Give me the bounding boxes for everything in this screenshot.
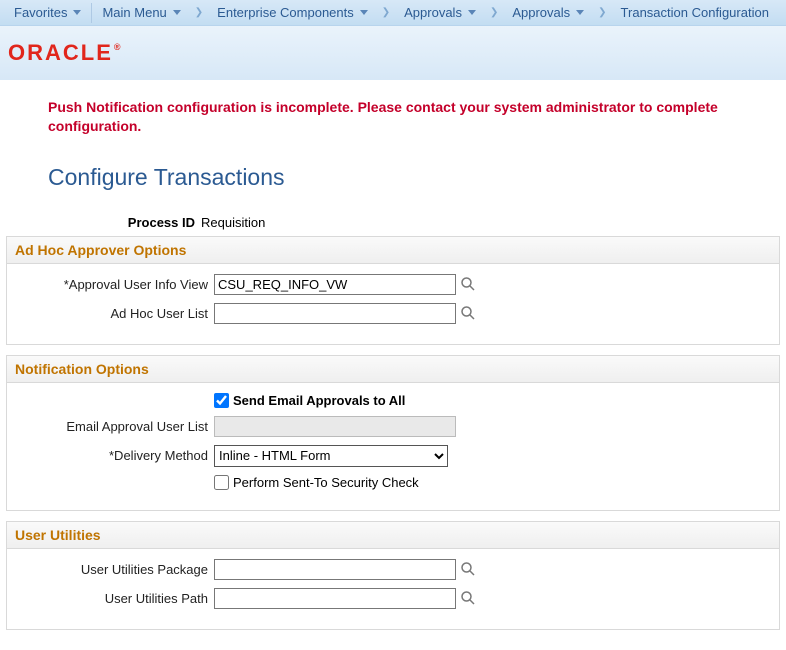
utilities-package-input[interactable] [214, 559, 456, 580]
alert-message: Push Notification configuration is incom… [0, 88, 786, 146]
email-user-list-label: Email Approval User List [13, 419, 214, 434]
breadcrumb-label: Enterprise Components [217, 5, 354, 20]
section-notification-body: Send Email Approvals to All Email Approv… [7, 383, 779, 510]
caret-down-icon [576, 10, 584, 15]
breadcrumb-label: Approvals [404, 5, 462, 20]
lookup-icon[interactable] [460, 305, 476, 321]
delivery-method-label: *Delivery Method [13, 448, 214, 463]
security-check-checkbox[interactable] [214, 475, 229, 490]
utilities-path-input[interactable] [214, 588, 456, 609]
row-approval-user-info-view: *Approval User Info View [13, 274, 773, 295]
chevron-right-icon: ❯ [378, 7, 394, 18]
row-adhoc-user-list: Ad Hoc User List [13, 303, 773, 324]
send-email-all-wrap: Send Email Approvals to All [214, 393, 405, 408]
approval-view-label: *Approval User Info View [13, 277, 214, 292]
row-send-email-all: Send Email Approvals to All [13, 393, 773, 408]
nav-main-menu-label: Main Menu [102, 5, 166, 20]
security-check-wrap: Perform Sent-To Security Check [214, 475, 419, 490]
lookup-icon[interactable] [460, 276, 476, 292]
nav-main-menu[interactable]: Main Menu [92, 0, 190, 25]
chevron-right-icon: ❯ [594, 7, 610, 18]
nav-favorites[interactable]: Favorites [4, 0, 91, 25]
row-email-approval-user-list: Email Approval User List [13, 416, 773, 437]
section-adhoc-body: *Approval User Info View Ad Hoc User Lis… [7, 264, 779, 344]
content-area: Push Notification configuration is incom… [0, 80, 786, 650]
breadcrumb-label: Approvals [512, 5, 570, 20]
delivery-method-select[interactable]: Inline - HTML Form [214, 445, 448, 467]
process-id-label: Process ID [0, 215, 201, 230]
oracle-logo: ORACLE® [8, 40, 122, 65]
page-title: Configure Transactions [0, 146, 786, 211]
process-id-value: Requisition [201, 215, 265, 230]
lookup-icon[interactable] [460, 561, 476, 577]
chevron-right-icon: ❯ [191, 7, 207, 18]
email-user-list-input [214, 416, 456, 437]
approval-view-input[interactable] [214, 274, 456, 295]
send-email-all-label: Send Email Approvals to All [233, 393, 405, 408]
security-check-label: Perform Sent-To Security Check [233, 475, 419, 490]
section-user-utilities-body: User Utilities Package User Utilities Pa… [7, 549, 779, 629]
section-user-utilities-title: User Utilities [7, 522, 779, 549]
section-adhoc-title: Ad Hoc Approver Options [7, 237, 779, 264]
caret-down-icon [360, 10, 368, 15]
row-security-check: Perform Sent-To Security Check [13, 475, 773, 490]
top-navbar: Favorites Main Menu ❯ Enterprise Compone… [0, 0, 786, 26]
breadcrumb-label: Transaction Configuration [621, 5, 769, 20]
send-email-all-checkbox[interactable] [214, 393, 229, 408]
section-user-utilities: User Utilities User Utilities Package Us… [6, 521, 780, 630]
section-adhoc: Ad Hoc Approver Options *Approval User I… [6, 236, 780, 345]
adhoc-user-list-input[interactable] [214, 303, 456, 324]
caret-down-icon [468, 10, 476, 15]
adhoc-user-list-label: Ad Hoc User List [13, 306, 214, 321]
registered-mark: ® [114, 42, 123, 52]
breadcrumb-item-0[interactable]: Enterprise Components [207, 0, 378, 25]
caret-down-icon [73, 10, 81, 15]
logo-strip: ORACLE® [0, 26, 786, 80]
row-delivery-method: *Delivery Method Inline - HTML Form [13, 445, 773, 467]
lookup-icon[interactable] [460, 590, 476, 606]
row-utilities-package: User Utilities Package [13, 559, 773, 580]
utilities-path-label: User Utilities Path [13, 591, 214, 606]
utilities-package-label: User Utilities Package [13, 562, 214, 577]
breadcrumb-item-2[interactable]: Approvals [502, 0, 594, 25]
caret-down-icon [173, 10, 181, 15]
breadcrumb-item-3[interactable]: Transaction Configuration [611, 0, 779, 25]
section-notification-title: Notification Options [7, 356, 779, 383]
nav-favorites-label: Favorites [14, 5, 67, 20]
oracle-logo-text: ORACLE [8, 40, 113, 65]
process-id-row: Process ID Requisition [0, 211, 786, 236]
section-notification: Notification Options Send Email Approval… [6, 355, 780, 511]
row-utilities-path: User Utilities Path [13, 588, 773, 609]
chevron-right-icon: ❯ [486, 7, 502, 18]
breadcrumb-item-1[interactable]: Approvals [394, 0, 486, 25]
